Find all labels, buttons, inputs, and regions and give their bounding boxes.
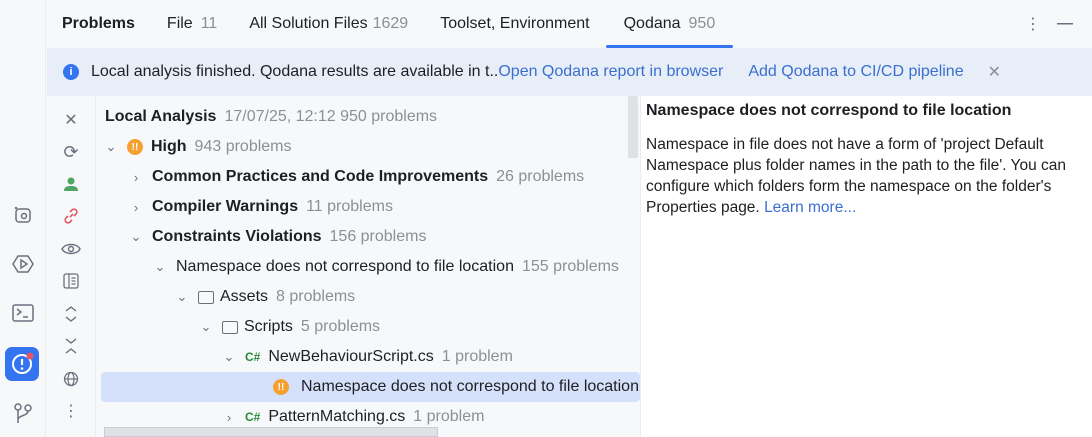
chevron-down-icon[interactable]: ⌄ — [152, 259, 168, 275]
chevron-down-icon[interactable]: ⌄ — [198, 319, 214, 335]
tab-all-solution-files[interactable]: All Solution Files 1629 — [233, 0, 424, 48]
problems-icon[interactable] — [5, 347, 39, 381]
details-description: Namespace in file does not have a form o… — [646, 134, 1086, 218]
chevron-down-icon[interactable]: ⌄ — [221, 349, 237, 365]
row-count: 5 problems — [300, 318, 381, 335]
row-label: NewBehaviourScript.cs — [268, 348, 434, 365]
row-count: 26 problems — [496, 168, 585, 185]
tree-row[interactable]: ⌄ C# NewBehaviourScript.cs 1 problem — [101, 342, 640, 372]
add-to-cicd-link[interactable]: Add Qodana to CI/CD pipeline — [748, 63, 963, 81]
csharp-file-icon: C# — [245, 350, 261, 364]
tree-row[interactable]: ⌄ Assets 8 problems — [101, 282, 640, 312]
row-label: Namespace does not correspond to file lo… — [301, 378, 639, 395]
tree-row[interactable]: ⌄ Scripts 5 problems — [101, 312, 640, 342]
row-label: Compiler Warnings — [152, 198, 299, 215]
tree-row[interactable]: › Compiler Warnings 11 problems — [101, 192, 640, 222]
tab-label: File — [166, 15, 193, 32]
user-icon[interactable] — [59, 172, 83, 196]
row-count: 11 problems — [306, 198, 393, 215]
row-count: 156 problems — [329, 228, 427, 245]
tree-row[interactable]: › Common Practices and Code Improvements 2… — [101, 162, 640, 192]
open-report-link[interactable]: Open Qodana report in browser — [498, 63, 723, 81]
row-count: 1 problem — [413, 408, 485, 425]
row-count: 1 problem — [441, 348, 513, 365]
row-count: 8 problems — [276, 288, 356, 305]
more-options-icon[interactable]: ⋮ — [1021, 12, 1045, 36]
tab-toolset-environment[interactable]: Toolset, Environment — [424, 0, 605, 48]
row-label: High — [151, 138, 187, 155]
minimize-icon[interactable] — [1053, 12, 1077, 36]
close-banner-icon[interactable]: ✕ — [988, 62, 1001, 82]
collapse-all-icon[interactable] — [59, 334, 83, 358]
row-label: Common Practices and Code Improvements — [152, 168, 489, 185]
folder-icon — [198, 290, 214, 304]
csharp-file-icon: C# — [245, 410, 261, 424]
globe-icon[interactable] — [59, 367, 83, 391]
tool-window-stripe — [0, 0, 46, 437]
tree-row-selected[interactable]: !! Namespace does not correspond to file … — [101, 372, 640, 402]
tree-root[interactable]: Local Analysis 17/07/25, 12:12 950 proble… — [105, 102, 640, 132]
row-label: Constraints Violations — [152, 228, 322, 245]
root-meta: 17/07/25, 12:12 950 problems — [224, 108, 438, 125]
close-icon[interactable]: ✕ — [59, 108, 83, 132]
chevron-down-icon[interactable]: ⌄ — [128, 229, 144, 245]
eye-icon[interactable] — [59, 237, 83, 261]
tree-row[interactable]: ⌄ Namespace does not correspond to file l… — [101, 252, 640, 282]
tool-window-header: Problems File 11 All Solution Files 1629 T… — [47, 0, 1092, 48]
terminal-icon[interactable] — [7, 297, 39, 329]
tab-label: All Solution Files — [249, 15, 368, 32]
details-title: Namespace does not correspond to file lo… — [646, 102, 1012, 119]
row-count: 155 problems — [521, 258, 619, 275]
tab-count: 1629 — [372, 15, 409, 32]
notification-banner: i Local analysis finished. Qodana result… — [47, 48, 1092, 96]
more-icon[interactable]: ⋮ — [59, 399, 83, 423]
chevron-right-icon[interactable]: › — [128, 200, 144, 215]
row-label: PatternMatching.cs — [268, 408, 406, 425]
chevron-right-icon[interactable]: › — [221, 410, 237, 425]
refresh-icon[interactable]: ⟳ — [59, 140, 83, 164]
tree-row[interactable]: ⌄!! High 943 problems — [101, 132, 640, 162]
chevron-down-icon[interactable]: ⌄ — [174, 289, 190, 305]
tab-count: 11 — [200, 15, 218, 32]
problems-title: Problems — [62, 15, 135, 32]
run-icon[interactable] — [7, 248, 39, 280]
tab-label: Toolset, Environment — [440, 15, 590, 32]
expand-all-icon[interactable] — [59, 302, 83, 326]
vertical-scrollbar[interactable] — [628, 96, 638, 158]
chevron-down-icon[interactable]: ⌄ — [103, 139, 119, 155]
warning-icon: !! — [127, 139, 143, 155]
row-label: Assets — [220, 288, 269, 305]
tab-file[interactable]: File 11 — [151, 0, 233, 48]
row-count: 943 problems — [194, 138, 292, 155]
preview-panel-icon[interactable] — [59, 269, 83, 293]
tab-qodana[interactable]: Qodana 950 — [605, 0, 734, 48]
git-icon[interactable] — [7, 397, 39, 429]
problems-tree: Local Analysis 17/07/25, 12:12 950 proble… — [97, 96, 640, 437]
row-label: Namespace does not correspond to file lo… — [176, 258, 514, 275]
horizontal-scrollbar[interactable] — [104, 427, 438, 437]
folder-icon — [222, 320, 238, 334]
tab-count: 950 — [688, 15, 716, 32]
chevron-right-icon[interactable]: › — [128, 170, 144, 185]
side-toolbar: ✕ ⟳ ⋮ — [47, 96, 96, 437]
tab-label: Qodana — [623, 15, 681, 32]
tree-row[interactable]: ⌄ Constraints Violations 156 problems — [101, 222, 640, 252]
warning-icon: !! — [273, 379, 289, 395]
problem-details-panel: Namespace does not correspond to file lo… — [640, 96, 1092, 437]
link-icon[interactable] — [59, 204, 83, 228]
banner-message: Local analysis finished. Qodana results … — [91, 63, 499, 80]
services-icon[interactable] — [7, 199, 39, 231]
row-label: Scripts — [244, 318, 293, 335]
learn-more-link[interactable]: Learn more... — [764, 199, 856, 216]
root-label: Local Analysis — [105, 108, 217, 125]
info-icon: i — [63, 64, 79, 80]
